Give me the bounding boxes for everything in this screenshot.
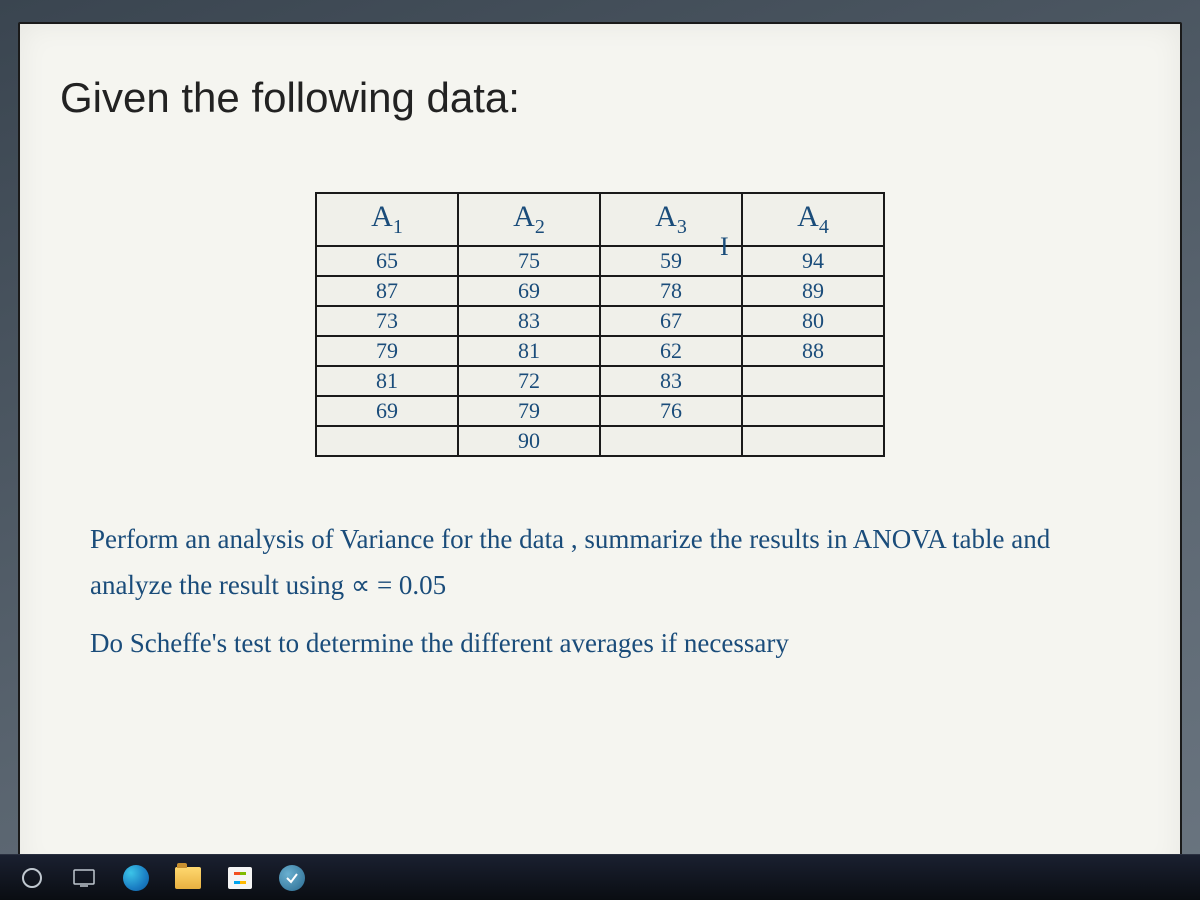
task-view-icon bbox=[73, 869, 95, 887]
cell bbox=[742, 396, 884, 426]
cell bbox=[742, 366, 884, 396]
page-heading: Given the following data: bbox=[60, 74, 1140, 122]
table-row: 90 bbox=[316, 426, 884, 456]
cell: 67 bbox=[600, 306, 742, 336]
cell: 69 bbox=[458, 276, 600, 306]
file-explorer-button[interactable] bbox=[164, 858, 212, 898]
edge-icon bbox=[123, 865, 149, 891]
col-header-a4: A4 bbox=[742, 193, 884, 246]
cell: 72 bbox=[458, 366, 600, 396]
table-row: 87 69 78 89 bbox=[316, 276, 884, 306]
table-row: 79 81 62 88 bbox=[316, 336, 884, 366]
text-cursor-icon: I bbox=[720, 232, 729, 262]
windows-start-icon bbox=[22, 868, 42, 888]
cell: 75 bbox=[458, 246, 600, 276]
cell: 87 bbox=[316, 276, 458, 306]
instruction-paragraph-2: Do Scheffe's test to determine the diffe… bbox=[90, 621, 1110, 667]
windows-taskbar bbox=[0, 854, 1200, 900]
col-header-a1: A1 bbox=[316, 193, 458, 246]
table-row: 81 72 83 bbox=[316, 366, 884, 396]
cell: 83 bbox=[458, 306, 600, 336]
table-row: 73 83 67 80 bbox=[316, 306, 884, 336]
folder-icon bbox=[175, 867, 201, 889]
task-view-button[interactable] bbox=[60, 858, 108, 898]
store-icon bbox=[228, 867, 252, 889]
cell: 89 bbox=[742, 276, 884, 306]
data-table: A1 A2 A3 A4 65 75 59 94 87 69 78 89 73 8… bbox=[315, 192, 885, 457]
table-body: 65 75 59 94 87 69 78 89 73 83 67 80 79 8… bbox=[316, 246, 884, 456]
cell: 83 bbox=[600, 366, 742, 396]
document-page: Given the following data: A1 A2 A3 A4 65… bbox=[18, 22, 1182, 878]
cell bbox=[316, 426, 458, 456]
cell: 94 bbox=[742, 246, 884, 276]
instruction-paragraph-1: Perform an analysis of Variance for the … bbox=[90, 517, 1110, 609]
cell: 80 bbox=[742, 306, 884, 336]
cell bbox=[742, 426, 884, 456]
cell: 81 bbox=[458, 336, 600, 366]
start-button[interactable] bbox=[8, 858, 56, 898]
cell: 62 bbox=[600, 336, 742, 366]
cell: 90 bbox=[458, 426, 600, 456]
cell: 78 bbox=[600, 276, 742, 306]
app-icon bbox=[279, 865, 305, 891]
microsoft-store-button[interactable] bbox=[216, 858, 264, 898]
edge-browser-button[interactable] bbox=[112, 858, 160, 898]
pinned-app-button[interactable] bbox=[268, 858, 316, 898]
cell: 79 bbox=[458, 396, 600, 426]
cell: 69 bbox=[316, 396, 458, 426]
table-header-row: A1 A2 A3 A4 bbox=[316, 193, 884, 246]
cell: 79 bbox=[316, 336, 458, 366]
cell: 88 bbox=[742, 336, 884, 366]
col-header-a2: A2 bbox=[458, 193, 600, 246]
cell: 65 bbox=[316, 246, 458, 276]
cell: 76 bbox=[600, 396, 742, 426]
table-row: 69 79 76 bbox=[316, 396, 884, 426]
cell: 81 bbox=[316, 366, 458, 396]
cell: 73 bbox=[316, 306, 458, 336]
table-row: 65 75 59 94 bbox=[316, 246, 884, 276]
cell bbox=[600, 426, 742, 456]
